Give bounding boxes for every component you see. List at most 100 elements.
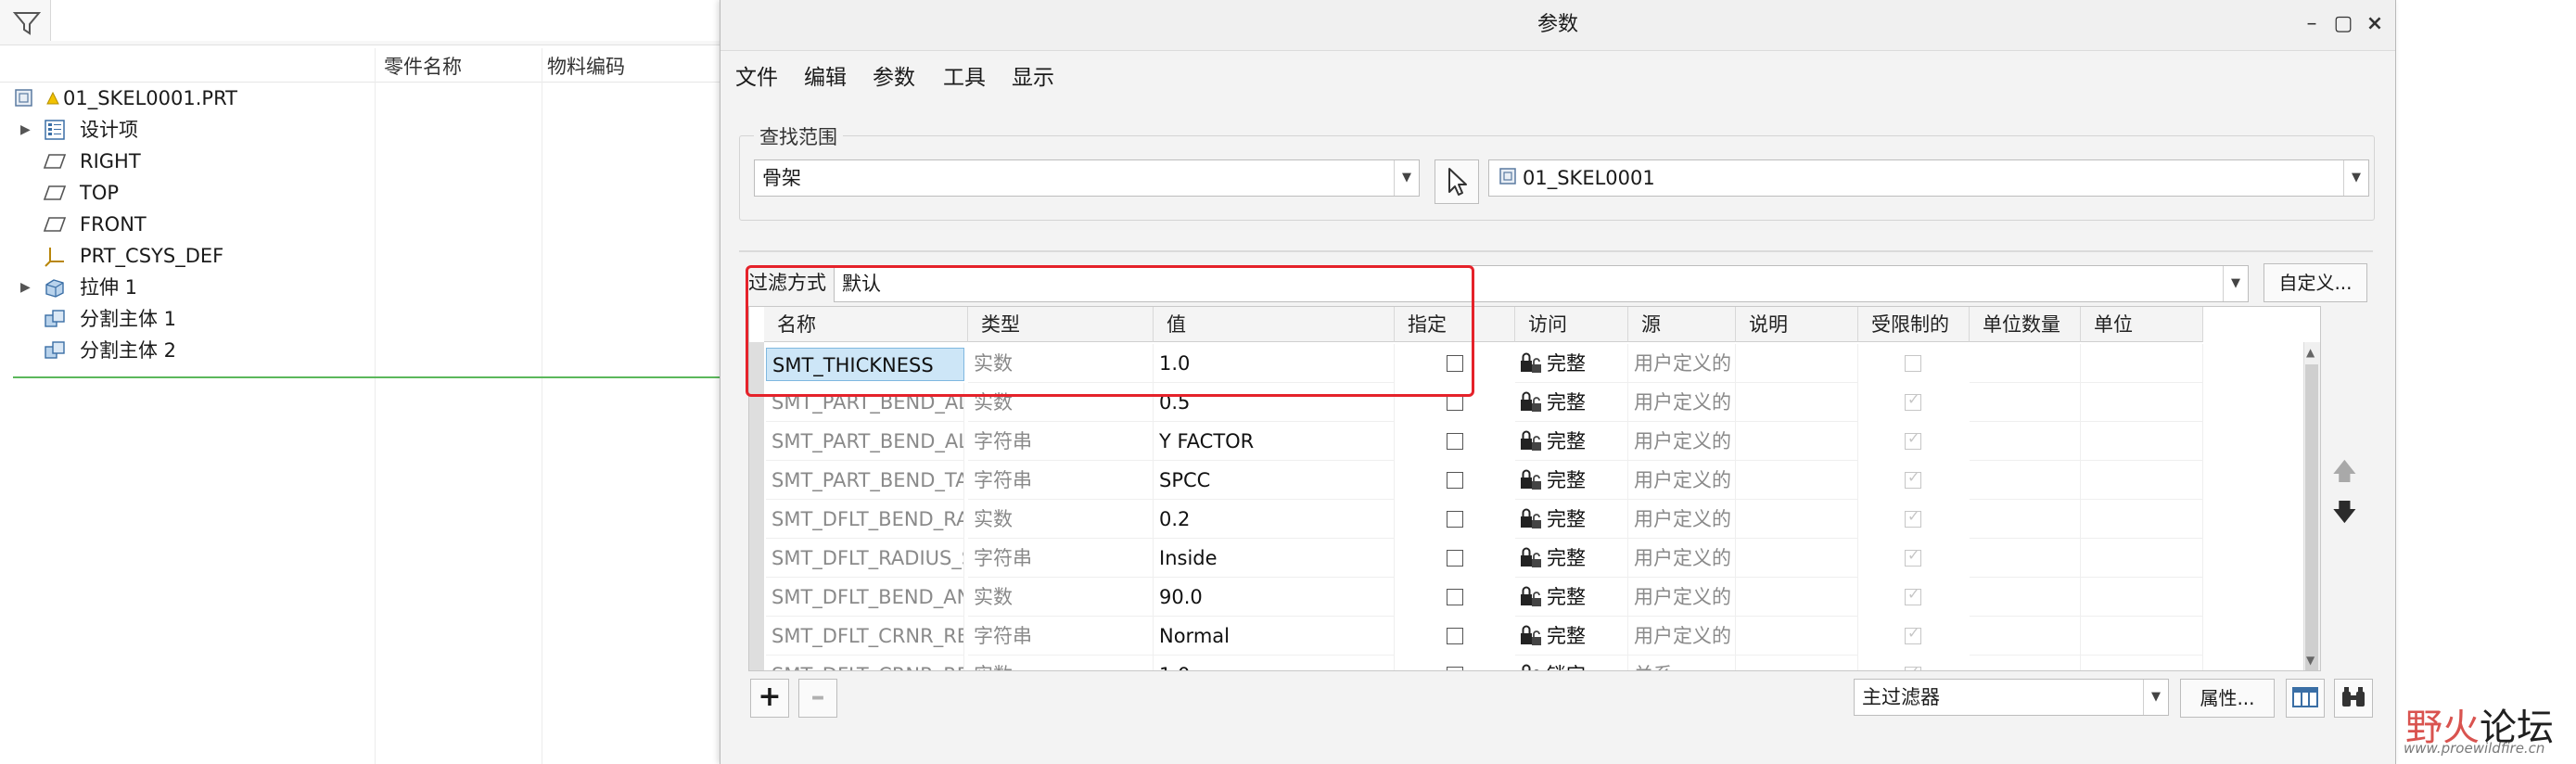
tree-item[interactable]: RIGHT [0,146,375,177]
tree-item[interactable]: 01_SKEL0001.PRT [0,83,375,114]
param-value-cell[interactable]: 90.0 [1154,578,1395,617]
datum-plane-icon [43,150,67,172]
param-description-cell[interactable] [1736,422,1858,461]
tree-item[interactable]: ▶ 设计项 [0,114,375,146]
tree-item[interactable]: TOP [0,177,375,209]
param-access-cell[interactable]: 锁定 [1515,656,1628,670]
tree-item[interactable]: ▶ 拉伸 1 [0,272,375,303]
scroll-up-icon[interactable]: ▲ [2306,346,2315,359]
menu-display[interactable]: 显示 [1012,59,1054,91]
param-description-cell[interactable] [1736,539,1858,578]
expand-arrow-icon[interactable]: ▶ [20,114,31,146]
table-header-col-access[interactable]: 访问 [1515,307,1628,342]
tree-item[interactable]: 分割主体 2 [0,335,375,366]
param-name-cell[interactable]: SMT_DFLT_BEND_ANGLE [766,578,964,617]
param-name-cell[interactable]: SMT_PART_BEND_TABLE [766,461,964,500]
param-source-cell: 用户定义的 [1628,422,1736,461]
param-type-cell: 字符串 [968,461,1154,500]
scope-type-select[interactable]: 骨架 ▼ [754,159,1420,197]
designate-checkbox[interactable] [1447,550,1463,567]
tree-column-material-code[interactable]: 物料编码 [547,52,625,80]
move-down-icon[interactable]: 🡇 [2332,495,2357,536]
table-header-col-source[interactable]: 源 [1628,307,1736,342]
designate-checkbox[interactable] [1447,628,1463,644]
main-filter-select[interactable]: 主过滤器 ▼ [1854,679,2169,716]
table-columns-icon [2292,687,2318,707]
tree-filter-icon[interactable] [11,7,45,39]
param-value-cell[interactable]: Inside [1154,539,1395,578]
close-icon[interactable]: × [2360,9,2390,39]
menu-tools[interactable]: 工具 [943,59,986,91]
find-parameters-button[interactable] [2334,679,2373,718]
param-type-cell: 字符串 [968,539,1154,578]
param-description-cell[interactable] [1736,383,1858,422]
param-access-cell[interactable]: 完整 [1515,617,1628,656]
param-name-cell[interactable]: SMT_DFLT_CRNR_REL_TYPE [766,617,964,656]
tree-item[interactable]: 分割主体 1 [0,303,375,335]
menu-file[interactable]: 文件 [735,59,778,91]
lock-icon [1522,664,1539,670]
param-access-text: 完整 [1547,469,1586,491]
tree-column-part-name[interactable]: 零件名称 [384,52,462,80]
datum-plane-icon [43,213,67,236]
table-header-col-description[interactable]: 说明 [1736,307,1858,342]
tree-item-label: 分割主体 2 [80,339,177,362]
param-description-cell[interactable] [1736,578,1858,617]
param-access-cell[interactable]: 完整 [1515,344,1628,383]
param-access-cell[interactable]: 完整 [1515,500,1628,539]
param-access-cell[interactable]: 完整 [1515,461,1628,500]
checkmark-icon: ✓ [1907,546,1920,564]
menu-parameters[interactable]: 参数 [873,59,915,91]
maximize-icon[interactable]: ▢ [2328,9,2358,39]
param-value-cell[interactable]: 0.2 [1154,500,1395,539]
param-name-cell[interactable]: SMT_PART_BEND_ALLOW_FACTOR_TYPE [766,422,964,461]
scrollbar-thumb[interactable] [2305,364,2318,670]
add-parameter-button[interactable]: + [750,679,789,718]
minimize-icon[interactable]: – [2297,9,2327,39]
param-access-cell[interactable]: 完整 [1515,383,1628,422]
param-name-cell[interactable]: SMT_DFLT_CRNR_REL_WIDTH [766,656,964,670]
table-header-col-restricted[interactable]: 受限制的 [1858,307,1970,342]
scope-object-select[interactable]: 01_SKEL0001 ▼ [1488,159,2369,197]
tree-item-label: 分割主体 1 [80,308,177,330]
param-access-cell[interactable]: 完整 [1515,422,1628,461]
designate-checkbox[interactable] [1447,433,1463,450]
table-columns-button[interactable] [2286,679,2325,718]
designate-checkbox[interactable] [1447,511,1463,528]
checkmark-icon: ✓ [1907,663,1919,670]
param-access-cell[interactable]: 完整 [1515,578,1628,617]
designate-checkbox[interactable] [1447,589,1463,605]
param-description-cell[interactable] [1736,461,1858,500]
customize-button[interactable]: 自定义... [2264,263,2367,302]
expand-arrow-icon[interactable]: ▶ [20,272,31,303]
scroll-down-icon[interactable]: ▼ [2306,654,2315,667]
param-value-cell[interactable]: 1.0 [1154,656,1395,670]
tree-item[interactable]: PRT_CSYS_DEF [0,240,375,272]
param-description-cell[interactable] [1736,617,1858,656]
param-value-cell[interactable]: SPCC [1154,461,1395,500]
param-description-cell[interactable] [1736,344,1858,383]
param-access-cell[interactable]: 完整 [1515,539,1628,578]
properties-button[interactable]: 属性... [2180,679,2275,718]
param-access-text: 完整 [1547,430,1586,452]
tree-item[interactable]: FRONT [0,209,375,240]
restricted-checkbox: ✓ [1905,468,1921,489]
param-name-cell[interactable]: SMT_DFLT_BEND_RADIUS [766,500,964,539]
designate-checkbox[interactable] [1447,472,1463,489]
table-header-col-unit-quantity[interactable]: 单位数量 [1970,307,2081,342]
table-header-col-unit[interactable]: 单位 [2081,307,2203,342]
move-up-icon[interactable]: 🡅 [2332,454,2357,495]
param-description-cell[interactable] [1736,500,1858,539]
param-value-cell[interactable]: Y FACTOR [1154,422,1395,461]
designate-checkbox[interactable] [1447,667,1463,670]
select-object-button[interactable] [1435,159,1479,204]
watermark-url: www.proewildfire.cn [2404,740,2545,757]
param-name-cell[interactable]: SMT_DFLT_RADIUS_SIDE [766,539,964,578]
tree-search-input[interactable] [50,0,721,41]
param-unit-cell [2081,461,2203,500]
param-description-cell[interactable] [1736,656,1858,670]
checkmark-icon: ✓ [1907,624,1920,642]
remove-parameter-button[interactable]: – [798,679,837,718]
menu-edit[interactable]: 编辑 [804,59,847,91]
param-value-cell[interactable]: Normal [1154,617,1395,656]
